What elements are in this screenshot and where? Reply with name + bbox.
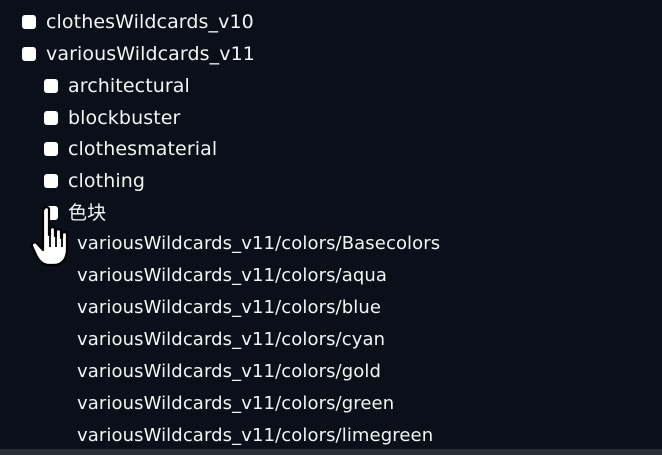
wildcard-path: variousWildcards_v11/colors/green [77,393,395,414]
tree-node-label: architectural [68,75,190,97]
tree-node-label: variousWildcards_v11 [46,43,255,65]
collapsed-node-icon [22,15,36,29]
wildcard-leaf-blue[interactable]: variousWildcards_v11/colors/blue [77,293,381,323]
tree-node-clotheswildcards-v10[interactable]: clothesWildcards_v10 [22,7,254,37]
tree-node-label: clothesmaterial [68,138,218,160]
collapsed-node-icon [44,142,58,156]
collapsed-node-icon [22,47,36,61]
wildcard-leaf-gold[interactable]: variousWildcards_v11/colors/gold [77,357,381,387]
wildcard-path: variousWildcards_v11/colors/cyan [77,329,386,350]
tree-node-label: clothing [68,170,146,192]
hand-pointer-icon [31,206,69,267]
wildcard-leaf-limegreen[interactable]: variousWildcards_v11/colors/limegreen [77,421,433,451]
collapsed-node-icon [44,111,58,125]
wildcard-leaf-basecolors[interactable]: variousWildcards_v11/colors/Basecolors [77,229,440,259]
bottom-divider [0,449,662,455]
tree-node-label: blockbuster [68,107,181,129]
wildcard-leaf-green[interactable]: variousWildcards_v11/colors/green [77,389,394,419]
wildcard-path: variousWildcards_v11/colors/gold [77,361,381,382]
wildcard-path: variousWildcards_v11/colors/limegreen [77,425,434,446]
tree-node-label: clothesWildcards_v10 [46,11,254,33]
tree-node-architectural[interactable]: architectural [44,71,190,101]
wildcard-path: variousWildcards_v11/colors/blue [77,297,382,318]
wildcard-leaf-aqua[interactable]: variousWildcards_v11/colors/aqua [77,261,387,291]
wildcard-leaf-cyan[interactable]: variousWildcards_v11/colors/cyan [77,325,385,355]
collapsed-node-icon [44,79,58,93]
tree-node-clothesmaterial[interactable]: clothesmaterial [44,134,217,164]
wildcard-tree: clothesWildcards_v10 variousWildcards_v1… [0,0,662,455]
tree-node-blockbuster[interactable]: blockbuster [44,103,180,133]
tree-node-clothing[interactable]: clothing [44,166,145,196]
wildcard-path: variousWildcards_v11/colors/Basecolors [77,233,441,254]
tree-node-variouswildcards-v11[interactable]: variousWildcards_v11 [22,39,255,69]
wildcard-path: variousWildcards_v11/colors/aqua [77,265,388,286]
collapsed-node-icon [44,174,58,188]
